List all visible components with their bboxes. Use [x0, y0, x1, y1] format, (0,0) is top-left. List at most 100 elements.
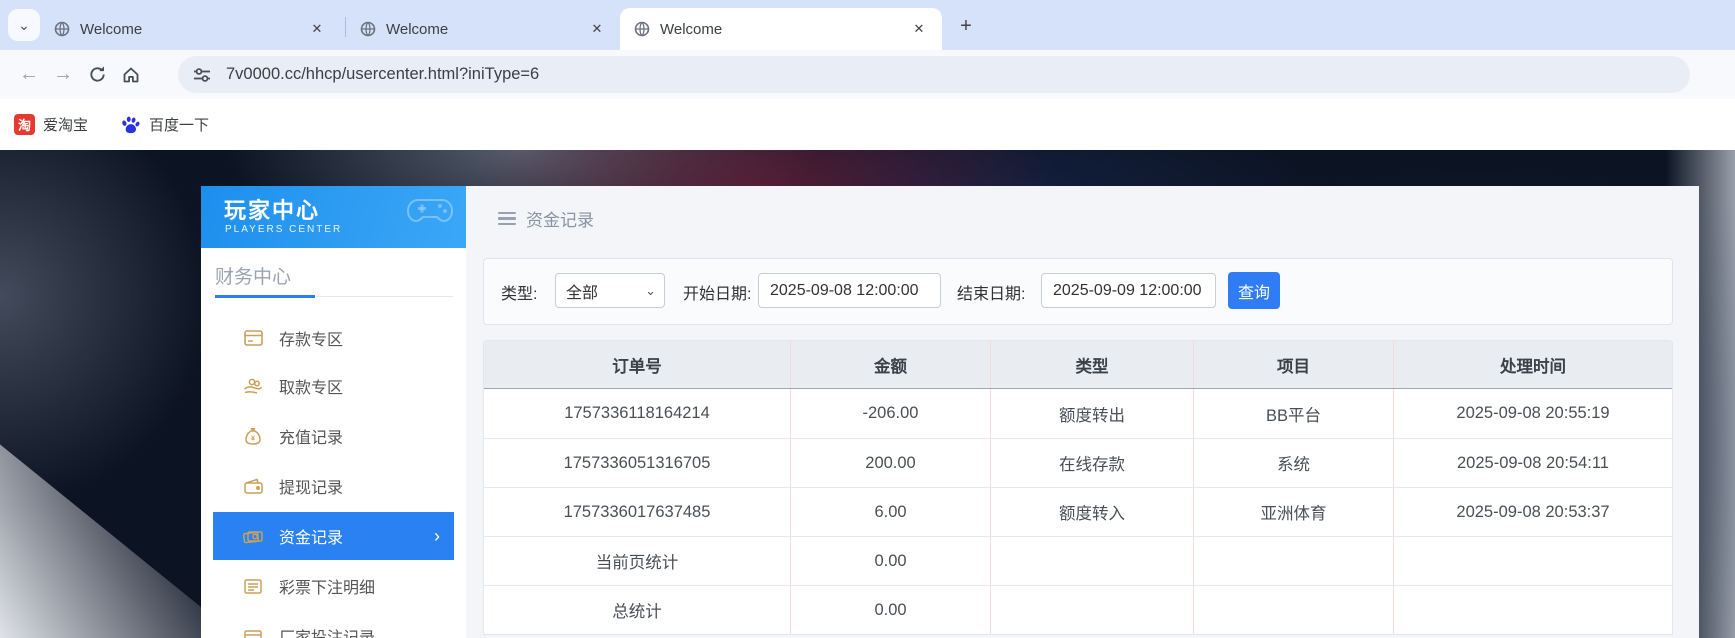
table-row: 总统计0.00	[484, 585, 1672, 634]
table-cell: 总统计	[484, 586, 790, 634]
tab-title: Welcome	[386, 21, 588, 38]
table-cell: 6.00	[790, 488, 990, 536]
tab-divider	[345, 17, 346, 37]
table-cell: BB平台	[1193, 389, 1393, 438]
sidebar-section-title: 财务中心	[215, 262, 291, 289]
table-row: 当前页统计0.00	[484, 536, 1672, 585]
sidebar-item-label: 彩票下注明细	[279, 574, 375, 598]
column-header: 处理时间	[1393, 341, 1672, 388]
list-cards-icon	[243, 629, 263, 638]
sidebar-title: 玩家中心	[224, 193, 320, 225]
funds-records-panel: 资金记录 类型: 全部 ⌄ 开始日期: 结束日期: 查询 订单号 金额 类型 项…	[466, 186, 1699, 638]
funds-records-table: 订单号 金额 类型 项目 处理时间 1757336118164214-206.0…	[483, 340, 1673, 635]
column-header: 类型	[990, 341, 1193, 388]
sidebar-item-recharge-records[interactable]: ¥ 充值记录	[201, 412, 466, 460]
player-center-sidebar: 玩家中心 PLAYERS CENTER 财务中心 存款专区 取款专区 ¥ 充值记	[201, 186, 466, 638]
table-cell	[990, 537, 1193, 585]
sidebar-item-withdraw-zone[interactable]: 取款专区	[201, 362, 466, 410]
chevron-right-icon: ›	[434, 526, 440, 547]
plus-icon: +	[960, 15, 972, 38]
tab-close-icon[interactable]: ✕	[910, 20, 928, 38]
tab-close-icon[interactable]: ✕	[308, 20, 326, 38]
tab-title: Welcome	[660, 21, 910, 38]
back-button[interactable]: ←	[12, 58, 46, 92]
sidebar-subtitle: PLAYERS CENTER	[225, 224, 342, 235]
bookmark-label: 百度一下	[149, 114, 209, 135]
start-date-label: 开始日期:	[683, 280, 751, 304]
table-cell: 200.00	[790, 439, 990, 487]
list-document-icon	[243, 579, 263, 594]
end-date-label: 结束日期:	[957, 280, 1025, 304]
browser-tab-2[interactable]: Welcome ✕	[352, 8, 614, 50]
table-cell: 系统	[1193, 439, 1393, 487]
globe-favicon-icon	[360, 21, 376, 37]
forward-button[interactable]: →	[46, 58, 80, 92]
url-text[interactable]: 7v0000.cc/hhcp/usercenter.html?iniType=6	[226, 65, 539, 84]
sidebar-item-funds-records[interactable]: 资金记录 ›	[213, 512, 454, 560]
table-cell	[1193, 537, 1393, 585]
sidebar-item-label: 充值记录	[279, 424, 343, 448]
filter-bar: 类型: 全部 ⌄ 开始日期: 结束日期: 查询	[483, 258, 1673, 325]
reload-button[interactable]	[80, 58, 114, 92]
browser-tab-strip: ⌄ Welcome ✕ Welcome ✕ Welcome ✕ +	[0, 0, 1735, 50]
browser-tab-1[interactable]: Welcome ✕	[46, 8, 334, 50]
type-select[interactable]: 全部 ⌄	[555, 273, 665, 308]
site-settings-tune-icon[interactable]	[192, 65, 212, 85]
sidebar-item-label: 提现记录	[279, 474, 343, 498]
table-cell: 0.00	[790, 537, 990, 585]
table-cell	[990, 586, 1193, 634]
sidebar-item-label: 资金记录	[279, 524, 343, 548]
column-header: 项目	[1193, 341, 1393, 388]
table-cell: 亚洲体育	[1193, 488, 1393, 536]
table-cell: -206.00	[790, 389, 990, 438]
wallet-icon	[243, 478, 263, 494]
taobao-icon: 淘	[14, 114, 35, 135]
globe-favicon-icon	[54, 21, 70, 37]
globe-favicon-icon	[634, 21, 650, 37]
search-button[interactable]: 查询	[1228, 272, 1280, 309]
deposit-card-icon	[243, 330, 263, 346]
sidebar-item-lottery-bet-details[interactable]: 彩票下注明细	[201, 562, 466, 610]
table-cell	[1393, 537, 1672, 585]
hand-coins-icon	[243, 378, 263, 394]
address-bar[interactable]: 7v0000.cc/hhcp/usercenter.html?iniType=6	[178, 56, 1690, 93]
sidebar-item-label: 存款专区	[279, 326, 343, 350]
hamburger-menu-icon[interactable]	[498, 212, 516, 226]
end-date-input[interactable]	[1041, 273, 1216, 308]
table-cell	[1193, 586, 1393, 634]
table-cell: 1757336017637485	[484, 488, 790, 536]
table-body: 1757336118164214-206.00额度转出BB平台2025-09-0…	[484, 389, 1672, 634]
gamepad-icon	[404, 192, 456, 232]
sidebar-item-vendor-bet-records[interactable]: 厂家投注记录	[201, 612, 466, 638]
table-cell: 0.00	[790, 586, 990, 634]
sidebar-item-withdrawal-records[interactable]: 提现记录	[201, 462, 466, 510]
sidebar-header: 玩家中心 PLAYERS CENTER	[201, 186, 466, 248]
tab-search-button[interactable]: ⌄	[8, 9, 40, 41]
table-cell: 额度转出	[990, 389, 1193, 438]
new-tab-button[interactable]: +	[952, 12, 980, 40]
table-cell	[1393, 586, 1672, 634]
svg-text:¥: ¥	[251, 434, 256, 443]
browser-toolbar: ← → 7v0000.cc/hhcp/usercenter.html?iniTy…	[0, 50, 1735, 99]
table-cell: 1757336051316705	[484, 439, 790, 487]
table-cell: 2025-09-08 20:55:19	[1393, 389, 1672, 438]
bookmark-aitaobao[interactable]: 淘 爱淘宝	[14, 114, 88, 135]
bookmark-label: 爱淘宝	[43, 114, 88, 135]
tab-close-icon[interactable]: ✕	[588, 20, 606, 38]
column-header: 金额	[790, 341, 990, 388]
browser-tab-3-active[interactable]: Welcome ✕	[620, 8, 942, 50]
tab-title: Welcome	[80, 21, 308, 38]
chevron-down-icon: ⌄	[645, 283, 656, 299]
sidebar-item-label: 厂家投注记录	[279, 624, 375, 638]
page-title: 资金记录	[526, 206, 594, 231]
bookmark-baidu[interactable]: 百度一下	[120, 114, 209, 135]
table-cell: 2025-09-08 20:54:11	[1393, 439, 1672, 487]
start-date-input[interactable]	[758, 273, 941, 308]
home-button[interactable]	[114, 58, 148, 92]
table-cell: 在线存款	[990, 439, 1193, 487]
money-bag-icon: ¥	[243, 427, 263, 445]
table-row: 1757336051316705200.00在线存款系统2025-09-08 2…	[484, 438, 1672, 487]
sidebar-item-deposit-zone[interactable]: 存款专区	[201, 314, 466, 362]
table-cell: 额度转入	[990, 488, 1193, 536]
banknotes-icon	[243, 528, 263, 544]
